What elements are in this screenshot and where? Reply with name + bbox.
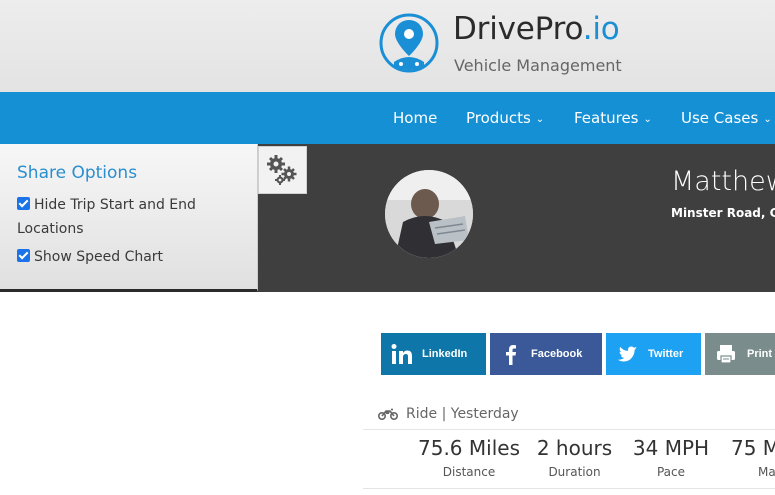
chevron-down-icon: ⌄ (643, 114, 652, 125)
share-button-label: Print (747, 348, 773, 360)
show-speed-chart-checkbox[interactable] (17, 249, 30, 262)
option-label: Show Speed Chart (34, 249, 164, 265)
nav-item-label: Products (466, 109, 531, 127)
stat-label: Pace (656, 465, 686, 479)
brand-tagline: Vehicle Management (454, 56, 622, 75)
stat-label: Ma (758, 465, 775, 479)
site-header: DrivePro.io Vehicle Management (0, 0, 775, 92)
hide-trip-locations-checkbox[interactable] (17, 197, 30, 210)
chevron-down-icon: ⌄ (763, 114, 772, 125)
share-button-label: LinkedIn (422, 348, 468, 360)
print-icon (717, 345, 735, 364)
stat-label: Duration (548, 465, 601, 479)
print-button[interactable]: Print (705, 333, 775, 375)
brand-name-tld: .io (582, 11, 620, 47)
stat-value: 75 M (731, 436, 775, 460)
share-twitter-button[interactable]: Twitter (606, 333, 701, 375)
page: DrivePro.io Vehicle Management Home Prod… (0, 0, 775, 495)
logo-pin-icon[interactable] (378, 12, 440, 74)
share-button-label: Twitter (648, 348, 684, 360)
show-speed-chart-option[interactable]: Show Speed Chart (17, 245, 163, 269)
hide-trip-locations-option[interactable]: Hide Trip Start and End Locations (17, 193, 247, 241)
profile-name: Matthew (671, 166, 775, 197)
nav-item-label: Use Cases (681, 109, 759, 127)
share-options-toggle-button[interactable] (258, 146, 307, 194)
ride-header: Ride | Yesterday (378, 406, 519, 422)
avatar-photo-icon (385, 170, 473, 258)
divider (363, 488, 775, 489)
ride-separator: | (441, 406, 447, 422)
main-nav: Home Products ⌄ Features ⌄ Use Cases ⌄ (0, 92, 775, 144)
share-button-label: Facebook (531, 348, 583, 360)
facebook-icon (506, 345, 516, 365)
stat-max-speed: 75 M Ma (731, 436, 775, 479)
profile-location: Minster Road, G (671, 206, 775, 220)
motorcycle-icon (378, 408, 398, 420)
nav-item-home[interactable]: Home (393, 109, 437, 127)
gears-icon (267, 155, 297, 185)
brand-name[interactable]: DrivePro.io (453, 11, 620, 47)
nav-item-products[interactable]: Products ⌄ (466, 109, 544, 127)
linkedin-icon (391, 344, 412, 364)
ride-when: Yesterday (450, 406, 519, 422)
share-linkedin-button[interactable]: LinkedIn (381, 333, 486, 375)
nav-item-label: Features (574, 109, 639, 127)
stat-value: 34 MPH (632, 436, 710, 460)
stat-duration: 2 hours Duration (536, 436, 613, 479)
stat-value: 75.6 Miles (418, 436, 520, 460)
ride-type: Ride (406, 406, 438, 422)
nav-item-label: Home (393, 109, 438, 127)
stat-pace: 34 MPH Pace (628, 436, 714, 479)
share-options-panel: Share Options Hide Trip Start and End Lo… (0, 144, 258, 292)
brand-name-main: DrivePro (453, 11, 583, 47)
stat-distance: 75.6 Miles Distance (417, 436, 521, 479)
option-label: Hide Trip Start and End Locations (17, 197, 196, 237)
share-facebook-button[interactable]: Facebook (490, 333, 602, 375)
stat-value: 2 hours (536, 436, 613, 460)
chevron-down-icon: ⌄ (535, 114, 545, 125)
stat-label: Distance (442, 465, 496, 479)
nav-item-features[interactable]: Features ⌄ (574, 109, 652, 127)
nav-item-use-cases[interactable]: Use Cases ⌄ (681, 109, 772, 127)
share-options-title: Share Options (17, 163, 138, 183)
avatar (385, 170, 473, 258)
twitter-icon (617, 346, 637, 362)
divider (363, 429, 775, 430)
